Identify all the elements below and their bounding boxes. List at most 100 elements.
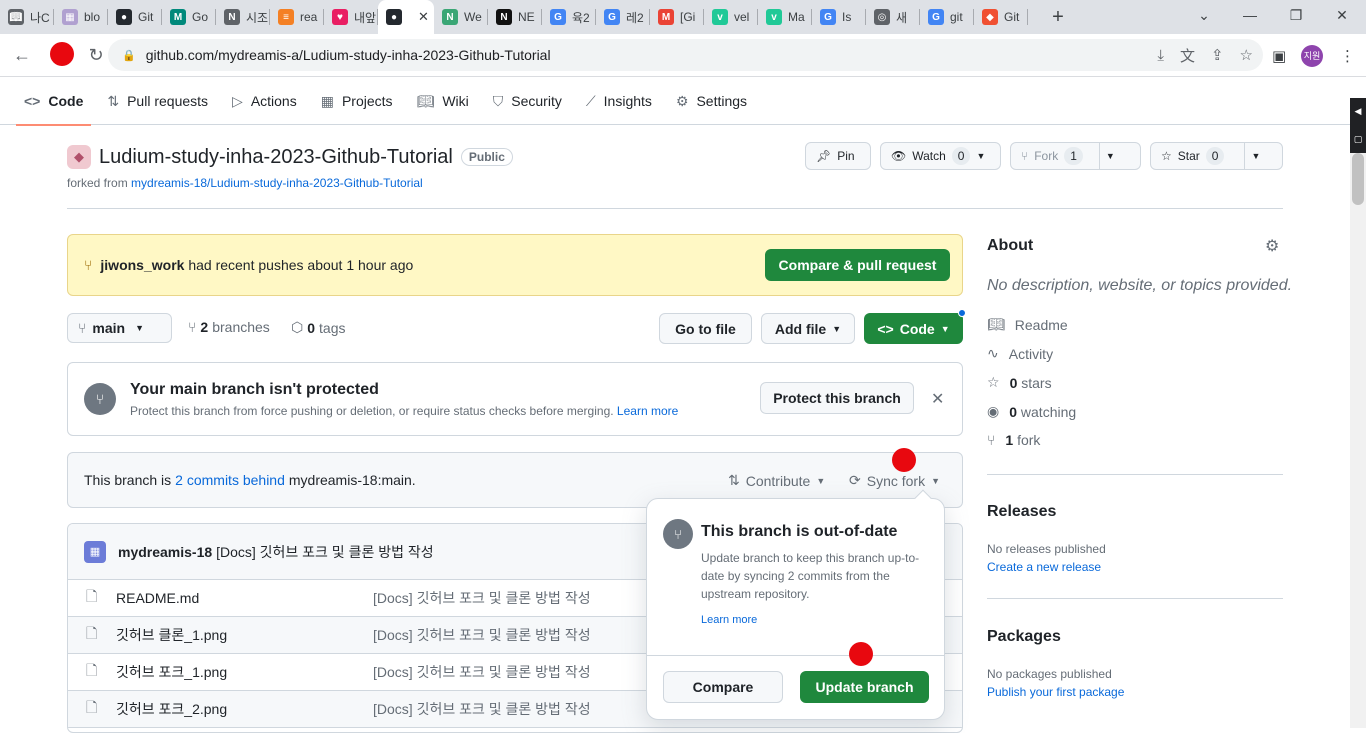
tag-icon: ⬡ bbox=[291, 319, 304, 335]
address-bar[interactable]: 🔒 github.com/mydreamis-a/Ludium-study-in… bbox=[108, 39, 1263, 71]
file-commit-message[interactable]: [Docs] 깃허브 포크 및 클론 방법 작성 bbox=[373, 588, 591, 608]
tab-wiki[interactable]: 📖︎ Wiki bbox=[409, 78, 477, 125]
protect-learn-more-link[interactable]: Learn more bbox=[617, 404, 678, 418]
side-panel-icon[interactable]: ▣ bbox=[1272, 34, 1286, 77]
watch-button[interactable]: 👁︎ Watch 0 ▼ bbox=[880, 142, 1001, 170]
browser-toolbar: ← → ↻ 🔒 github.com/mydreamis-a/Ludium-st… bbox=[0, 34, 1366, 77]
browser-tab[interactable]: M Go bbox=[162, 0, 216, 34]
browser-tab[interactable]: N We bbox=[434, 0, 488, 34]
commit-message[interactable]: [Docs] 깃허브 포크 및 클론 방법 작성 bbox=[216, 544, 434, 560]
browser-tab[interactable]: 📖︎ 나C bbox=[0, 0, 54, 34]
scrollbar[interactable] bbox=[1350, 153, 1366, 728]
tab-projects[interactable]: ▦ Projects bbox=[313, 78, 401, 125]
commits-behind-link[interactable]: 2 commits behind bbox=[175, 472, 285, 488]
file-name[interactable]: 깃허브 포크_1.png bbox=[116, 662, 227, 682]
file-icon: 🗋 bbox=[86, 662, 98, 678]
browser-tab[interactable]: N 시조 bbox=[216, 0, 270, 34]
file-commit-message[interactable]: [Docs] 깃허브 포크 및 클론 방법 작성 bbox=[373, 699, 591, 719]
browser-tab[interactable]: G Is bbox=[812, 0, 866, 34]
branch-selector[interactable]: ⑂ main ▼ bbox=[67, 313, 172, 343]
protect-branch-button[interactable]: Protect this branch bbox=[760, 382, 914, 414]
branches-link[interactable]: ⑂ 2 branches bbox=[188, 319, 270, 335]
caret-down-icon: ▼ bbox=[1251, 151, 1261, 161]
releases-heading[interactable]: Releases bbox=[987, 503, 1056, 521]
tab-label: Insights bbox=[603, 93, 652, 109]
tab-search-icon[interactable]: ⌄ bbox=[1181, 0, 1227, 30]
close-window-icon[interactable]: ✕ bbox=[1319, 0, 1365, 30]
fork-button[interactable]: ⑂ Fork 1 ▼ bbox=[1010, 142, 1141, 170]
file-name[interactable]: 깃허브 포크_2.png bbox=[116, 699, 227, 719]
readme-link[interactable]: 📖︎ Readme bbox=[987, 316, 1068, 333]
tab-actions[interactable]: ▷ Actions bbox=[224, 78, 305, 125]
browser-tab[interactable]: Ggit bbox=[920, 0, 974, 34]
stars-link[interactable]: ☆ 0 stars bbox=[987, 374, 1052, 391]
file-name[interactable]: 깃허브 클론_1.png bbox=[116, 625, 227, 645]
file-name[interactable]: README.md bbox=[116, 590, 199, 606]
browser-tab[interactable]: G 레2 bbox=[596, 0, 650, 34]
star-button[interactable]: ☆ Star 0 ▼ bbox=[1150, 142, 1283, 170]
bookmark-star-icon[interactable]: ☆ bbox=[1240, 46, 1253, 64]
packages-heading[interactable]: Packages bbox=[987, 628, 1061, 646]
pin-button[interactable]: 📌︎ Pin bbox=[805, 142, 871, 170]
browser-tab[interactable]: ♥ 내앞 bbox=[324, 0, 378, 34]
book-icon: 📖︎ bbox=[8, 9, 24, 25]
minimize-icon[interactable]: — bbox=[1227, 0, 1273, 30]
restore-icon[interactable]: ❐ bbox=[1273, 0, 1319, 30]
forked-from-link[interactable]: mydreamis-18/Ludium-study-inha-2023-Gith… bbox=[131, 176, 423, 190]
compare-pull-request-button[interactable]: Compare & pull request bbox=[765, 249, 950, 281]
browser-tab[interactable]: N NE bbox=[488, 0, 542, 34]
browser-tab[interactable]: G 육2 bbox=[542, 0, 596, 34]
close-tab-icon[interactable]: ✕ bbox=[418, 9, 429, 25]
popover-learn-more-link[interactable]: Learn more bbox=[701, 614, 757, 626]
tab-insights[interactable]: ⟋ Insights bbox=[578, 78, 660, 125]
tab-title: 육2 bbox=[572, 10, 590, 25]
sync-fork-dropdown[interactable]: ⟳ Sync fork ▼ bbox=[849, 472, 940, 489]
tab-label: Security bbox=[511, 93, 562, 109]
browser-tab[interactable]: v vel bbox=[704, 0, 758, 34]
go-to-file-button[interactable]: Go to file bbox=[659, 313, 752, 344]
browser-tab-active[interactable]: ● ✕ bbox=[378, 0, 434, 34]
profile-avatar[interactable]: 지원 bbox=[1301, 44, 1323, 67]
code-button[interactable]: <> Code ▼ bbox=[864, 313, 963, 344]
contribute-dropdown[interactable]: ⇅ Contribute ▼ bbox=[728, 472, 825, 489]
tags-link[interactable]: ⬡ 0 tags bbox=[291, 319, 346, 336]
create-release-link[interactable]: Create a new release bbox=[987, 560, 1101, 574]
repo-name[interactable]: Ludium-study-inha-2023-Github-Tutorial bbox=[99, 146, 453, 169]
tab-security[interactable]: ⛉ Security bbox=[485, 78, 570, 125]
tab-pull-requests[interactable]: ⇅ Pull requests bbox=[99, 78, 216, 125]
chrome-icon: ◎ bbox=[874, 9, 890, 25]
watching-link[interactable]: ◉ 0 watching bbox=[987, 403, 1076, 420]
browser-tab[interactable]: M [Gi bbox=[650, 0, 704, 34]
install-icon[interactable]: ⤓ bbox=[1157, 47, 1164, 64]
tab-settings[interactable]: ⚙ Settings bbox=[668, 78, 755, 125]
tab-code[interactable]: <> Code bbox=[16, 78, 92, 126]
browser-tab[interactable]: ▦ blo bbox=[54, 0, 108, 34]
share-icon[interactable]: ⇪ bbox=[1211, 46, 1224, 64]
translate-icon[interactable]: 文 bbox=[1180, 45, 1195, 66]
caret-down-icon: ▼ bbox=[832, 323, 842, 334]
activity-link[interactable]: ∿ Activity bbox=[987, 345, 1053, 362]
browser-tab[interactable]: ◎ 새 bbox=[866, 0, 920, 34]
browser-tab[interactable]: ≡ rea bbox=[270, 0, 324, 34]
browser-tab[interactable]: v Ma bbox=[758, 0, 812, 34]
forks-link[interactable]: ⑂ 1 fork bbox=[987, 432, 1040, 448]
dismiss-close-icon[interactable]: ✕ bbox=[931, 389, 944, 409]
header-divider bbox=[67, 208, 1283, 209]
add-file-button[interactable]: Add file ▼ bbox=[761, 313, 855, 344]
pushed-branch-name[interactable]: jiwons_work bbox=[100, 257, 184, 273]
gear-icon[interactable]: ⚙ bbox=[1265, 236, 1279, 256]
graph-icon: ⟋ bbox=[585, 92, 596, 109]
file-commit-message[interactable]: [Docs] 깃허브 포크 및 클론 방법 작성 bbox=[373, 625, 591, 645]
update-branch-button[interactable]: Update branch bbox=[800, 671, 929, 703]
file-commit-message[interactable]: [Docs] 깃허브 포크 및 클론 방법 작성 bbox=[373, 662, 591, 682]
back-icon[interactable]: ← bbox=[6, 39, 38, 71]
menu-kebab-icon[interactable]: ⋮ bbox=[1340, 34, 1355, 77]
browser-tab[interactable]: ● Git bbox=[108, 0, 162, 34]
publish-package-link[interactable]: Publish your first package bbox=[987, 685, 1124, 699]
side-panel-toggle[interactable]: ◀ ▢ bbox=[1350, 98, 1366, 153]
commit-author[interactable]: mydreamis-18 bbox=[118, 544, 212, 560]
new-tab-button[interactable]: + bbox=[1040, 0, 1076, 34]
eye-icon: ◉ bbox=[987, 403, 1000, 419]
browser-tab[interactable]: ◆ Git bbox=[974, 0, 1028, 34]
compare-button[interactable]: Compare bbox=[663, 671, 783, 703]
